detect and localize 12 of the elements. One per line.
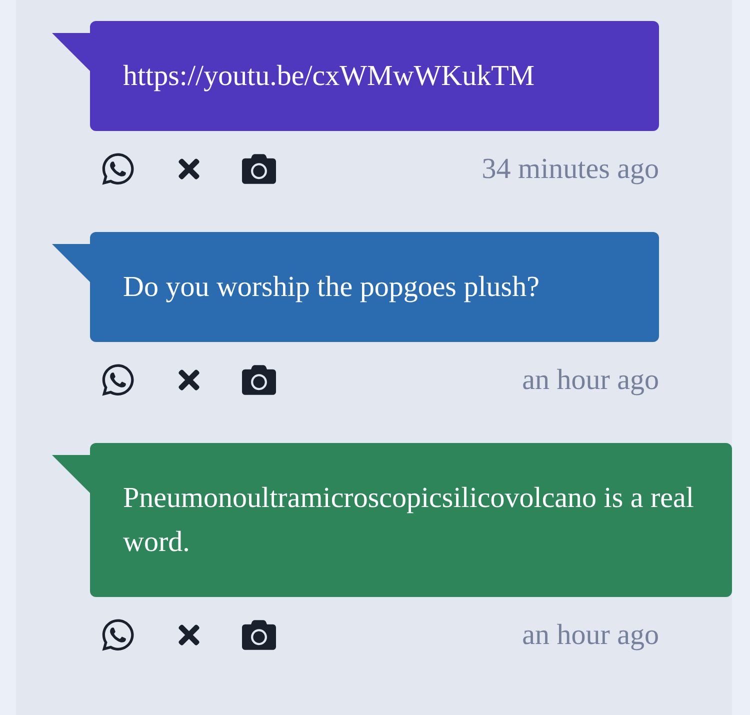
whatsapp-icon[interactable] xyxy=(100,151,136,187)
whatsapp-icon[interactable] xyxy=(100,617,136,653)
timestamp: an hour ago xyxy=(522,364,659,396)
message-text: Do you worship the popgoes plush? xyxy=(123,271,540,303)
camera-icon[interactable] xyxy=(242,618,276,652)
timestamp: 34 minutes ago xyxy=(482,152,659,186)
whatsapp-icon[interactable] xyxy=(100,362,136,398)
message-text: https://youtu.be/cxWMwWKukTM xyxy=(123,60,535,92)
message-text: Pneumonoultramicroscopicsilicovolcano is a real word. xyxy=(123,482,694,558)
camera-icon[interactable] xyxy=(242,363,276,397)
timestamp: an hour ago xyxy=(522,618,659,652)
camera-icon[interactable] xyxy=(242,152,276,186)
